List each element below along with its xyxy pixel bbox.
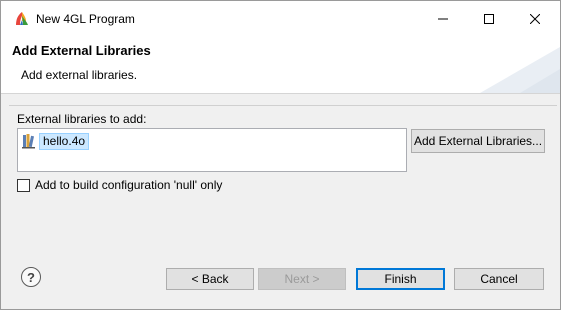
dialog-window: New 4GL Program Add External Libraries A… <box>0 0 561 310</box>
divider <box>9 105 557 106</box>
add-to-build-option[interactable]: Add to build configuration 'null' only <box>17 178 222 192</box>
maximize-icon <box>484 14 494 24</box>
help-icon[interactable]: ? <box>21 267 41 287</box>
minimize-button[interactable] <box>420 1 466 37</box>
minimize-icon <box>438 18 448 20</box>
app-icon <box>16 12 28 25</box>
page-description: Add external libraries. <box>21 68 138 82</box>
cancel-button[interactable]: Cancel <box>454 268 544 290</box>
libraries-label: External libraries to add: <box>17 112 147 126</box>
header-decoration <box>480 47 560 93</box>
add-to-build-checkbox[interactable] <box>17 178 30 192</box>
page-title: Add External Libraries <box>12 43 151 58</box>
library-file-icon <box>22 134 35 149</box>
back-button[interactable]: < Back <box>166 268 254 290</box>
add-to-build-label: Add to build configuration 'null' only <box>35 178 223 192</box>
title-bar: New 4GL Program <box>1 1 560 37</box>
finish-button[interactable]: Finish <box>356 268 445 290</box>
add-external-libraries-button[interactable]: Add External Libraries... <box>411 129 545 153</box>
library-name: hello.4o <box>39 132 90 150</box>
maximize-button[interactable] <box>466 1 512 37</box>
close-button[interactable] <box>512 1 558 37</box>
close-icon <box>530 14 540 24</box>
wizard-header: Add External Libraries Add external libr… <box>1 37 560 94</box>
list-item[interactable]: hello.4o <box>22 132 90 150</box>
window-title: New 4GL Program <box>36 12 135 26</box>
libraries-list[interactable]: hello.4o <box>17 128 407 172</box>
next-button[interactable]: Next > <box>258 268 346 290</box>
